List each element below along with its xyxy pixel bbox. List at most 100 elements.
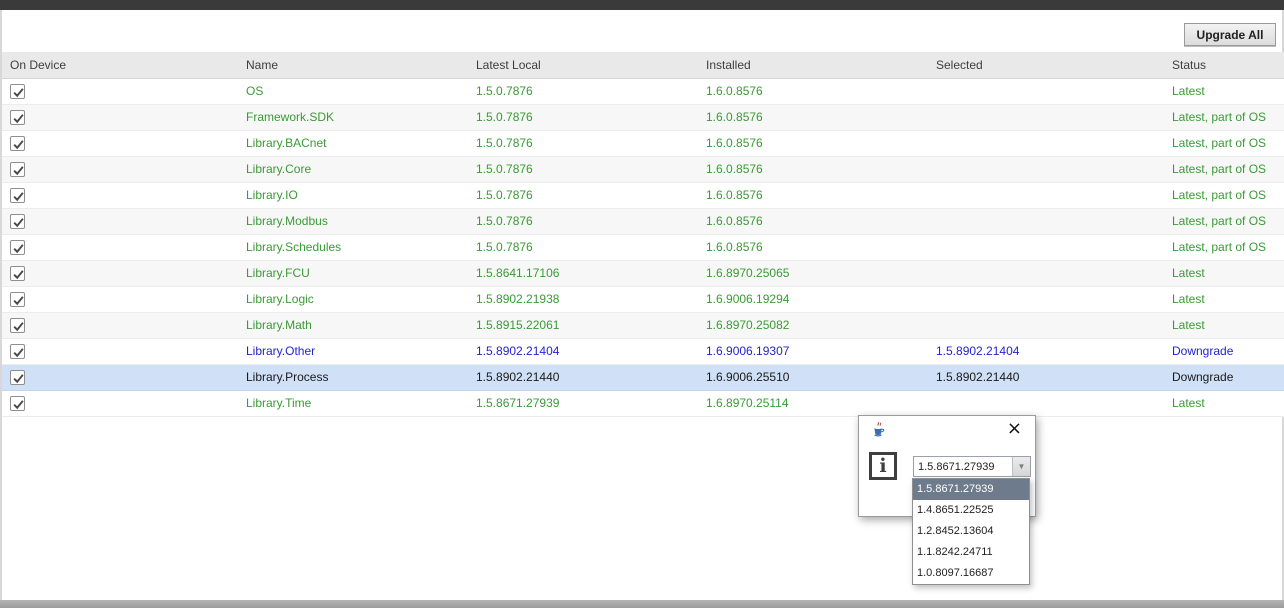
dropdown-option[interactable]: 1.5.8671.27939 [913, 479, 1029, 500]
check-icon [12, 346, 25, 359]
on-device-checkbox[interactable] [10, 266, 25, 281]
dropdown-option[interactable]: 1.2.8452.13604 [913, 521, 1029, 542]
on-device-checkbox[interactable] [10, 344, 25, 359]
close-icon[interactable]: × [1007, 417, 1022, 441]
toolbar: Upgrade All [2, 10, 1282, 52]
table-row[interactable]: Library.Math 1.5.8915.22061 1.6.8970.250… [2, 312, 1284, 338]
check-icon [12, 320, 25, 333]
status: Latest [1164, 286, 1284, 312]
status: Latest [1164, 312, 1284, 338]
latest-local-version: 1.5.8902.21440 [468, 364, 698, 390]
installed-version: 1.6.0.8576 [698, 156, 928, 182]
selected-version [928, 234, 1164, 260]
selected-version [928, 208, 1164, 234]
check-icon [12, 164, 25, 177]
chevron-down-icon[interactable]: ▼ [1012, 457, 1030, 476]
latest-local-version: 1.5.8641.17106 [468, 260, 698, 286]
status: Latest, part of OS [1164, 234, 1284, 260]
table-row[interactable]: Library.FCU 1.5.8641.17106 1.6.8970.2506… [2, 260, 1284, 286]
check-icon [12, 112, 25, 125]
status: Latest, part of OS [1164, 156, 1284, 182]
check-icon [12, 242, 25, 255]
installed-version: 1.6.0.8576 [698, 130, 928, 156]
table-row[interactable]: Library.IO 1.5.0.7876 1.6.0.8576 Latest,… [2, 182, 1284, 208]
status: Latest [1164, 390, 1284, 416]
check-icon [12, 190, 25, 203]
status: Latest, part of OS [1164, 208, 1284, 234]
installed-version: 1.6.0.8576 [698, 104, 928, 130]
latest-local-version: 1.5.8671.27939 [468, 390, 698, 416]
latest-local-version: 1.5.8915.22061 [468, 312, 698, 338]
on-device-checkbox[interactable] [10, 84, 25, 99]
package-name: Library.Process [238, 364, 468, 390]
selected-version [928, 104, 1164, 130]
table-row[interactable]: Library.BACnet 1.5.0.7876 1.6.0.8576 Lat… [2, 130, 1284, 156]
dropdown-option[interactable]: 1.4.8651.22525 [913, 500, 1029, 521]
combobox-value: 1.5.8671.27939 [914, 461, 1012, 473]
selected-version [928, 286, 1164, 312]
status: Latest, part of OS [1164, 182, 1284, 208]
table-row[interactable]: Library.Time 1.5.8671.27939 1.6.8970.251… [2, 390, 1284, 416]
upgrade-all-button[interactable]: Upgrade All [1184, 23, 1276, 46]
dialog-titlebar: × [859, 416, 1035, 442]
selected-version [928, 182, 1164, 208]
packages-table: On Device Name Latest Local Installed Se… [2, 52, 1284, 417]
on-device-checkbox[interactable] [10, 136, 25, 151]
selected-version [928, 390, 1164, 416]
dropdown-option[interactable]: 1.0.8097.16687 [913, 563, 1029, 584]
on-device-checkbox[interactable] [10, 240, 25, 255]
on-device-checkbox[interactable] [10, 162, 25, 177]
installed-version: 1.6.0.8576 [698, 182, 928, 208]
table-row[interactable]: Library.Logic 1.5.8902.21938 1.6.9006.19… [2, 286, 1284, 312]
java-icon [870, 421, 886, 437]
selected-version [928, 156, 1164, 182]
latest-local-version: 1.5.8902.21938 [468, 286, 698, 312]
selected-version [928, 130, 1164, 156]
dropdown-option[interactable]: 1.1.8242.24711 [913, 542, 1029, 563]
version-dropdown-list: 1.5.8671.279391.4.8651.225251.2.8452.136… [912, 478, 1030, 585]
latest-local-version: 1.5.0.7876 [468, 130, 698, 156]
check-icon [12, 86, 25, 99]
on-device-checkbox[interactable] [10, 292, 25, 307]
installed-version: 1.6.0.8576 [698, 234, 928, 260]
table-row[interactable]: Library.Other 1.5.8902.21404 1.6.9006.19… [2, 338, 1284, 364]
latest-local-version: 1.5.0.7876 [468, 78, 698, 104]
table-row[interactable]: OS 1.5.0.7876 1.6.0.8576 Latest [2, 78, 1284, 104]
on-device-checkbox[interactable] [10, 318, 25, 333]
on-device-checkbox[interactable] [10, 370, 25, 385]
installed-version: 1.6.9006.25510 [698, 364, 928, 390]
latest-local-version: 1.5.8902.21404 [468, 338, 698, 364]
window-bottom-edge [0, 600, 1284, 608]
version-combobox[interactable]: 1.5.8671.27939 ▼ [913, 456, 1031, 477]
table-row[interactable]: Library.Schedules 1.5.0.7876 1.6.0.8576 … [2, 234, 1284, 260]
check-icon [12, 216, 25, 229]
installed-version: 1.6.8970.25114 [698, 390, 928, 416]
table-row[interactable]: Framework.SDK 1.5.0.7876 1.6.0.8576 Late… [2, 104, 1284, 130]
status: Latest, part of OS [1164, 104, 1284, 130]
installed-version: 1.6.0.8576 [698, 78, 928, 104]
package-name: Library.Time [238, 390, 468, 416]
on-device-checkbox[interactable] [10, 188, 25, 203]
check-icon [12, 372, 25, 385]
package-name: OS [238, 78, 468, 104]
column-header-latest-local: Latest Local [468, 52, 698, 78]
column-header-status: Status [1164, 52, 1284, 78]
column-header-installed: Installed [698, 52, 928, 78]
package-name: Library.FCU [238, 260, 468, 286]
table-row[interactable]: Library.Modbus 1.5.0.7876 1.6.0.8576 Lat… [2, 208, 1284, 234]
status: Latest, part of OS [1164, 130, 1284, 156]
window-titlebar [0, 0, 1284, 10]
selected-version [928, 78, 1164, 104]
column-header-name: Name [238, 52, 468, 78]
package-name: Library.Other [238, 338, 468, 364]
selected-version: 1.5.8902.21404 [928, 338, 1164, 364]
table-row[interactable]: Library.Process 1.5.8902.21440 1.6.9006.… [2, 364, 1284, 390]
on-device-checkbox[interactable] [10, 396, 25, 411]
app-window: Upgrade All On Device Name Latest Local … [0, 10, 1284, 600]
table-row[interactable]: Library.Core 1.5.0.7876 1.6.0.8576 Lates… [2, 156, 1284, 182]
column-header-on-device: On Device [2, 52, 238, 78]
on-device-checkbox[interactable] [10, 214, 25, 229]
on-device-checkbox[interactable] [10, 110, 25, 125]
latest-local-version: 1.5.0.7876 [468, 208, 698, 234]
selected-version [928, 260, 1164, 286]
